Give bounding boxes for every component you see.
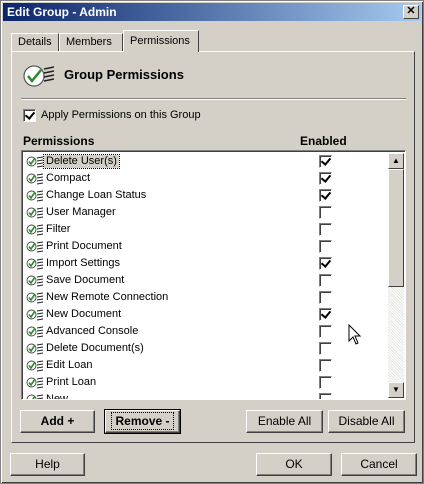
permission-icon [26, 224, 44, 236]
divider [21, 98, 406, 100]
disable-all-button[interactable]: Disable All [328, 410, 405, 433]
add-button[interactable]: Add + [20, 410, 95, 433]
permission-label: Delete Document(s) [46, 342, 144, 354]
enabled-checkbox[interactable] [319, 223, 332, 236]
apply-permissions-checkbox[interactable] [23, 109, 36, 122]
remove-button-label: Remove - [111, 412, 174, 430]
permission-label: Import Settings [46, 257, 120, 269]
enabled-checkbox[interactable] [319, 376, 332, 389]
permission-label: User Manager [46, 206, 116, 218]
scroll-up-button[interactable]: ▲ [388, 153, 404, 169]
permission-icon [26, 275, 44, 287]
permission-icon [26, 309, 44, 321]
list-item[interactable]: Filter [24, 221, 386, 238]
close-button[interactable]: ✕ [403, 5, 419, 19]
permission-icon [26, 173, 44, 185]
permission-label: Save Document [46, 274, 125, 286]
enabled-checkbox[interactable] [319, 342, 332, 355]
list-item[interactable]: Delete User(s) [24, 153, 386, 170]
tab-details[interactable]: Details [11, 33, 59, 52]
permissions-check-icon [23, 65, 55, 87]
edit-group-dialog: Edit Group - Admin ✕ Details Members Per… [0, 0, 424, 484]
permission-label: Advanced Console [46, 325, 139, 337]
list-item[interactable]: New Remote Connection [24, 289, 386, 306]
ok-button[interactable]: OK [256, 453, 332, 476]
permission-icon [26, 326, 44, 338]
permission-label: Change Loan Status [46, 189, 147, 201]
permission-icon [26, 377, 44, 389]
remove-button[interactable]: Remove - [104, 409, 181, 434]
vertical-scrollbar[interactable]: ▲ ▼ [388, 153, 404, 398]
permission-label: New Remote Connection [46, 291, 169, 303]
list-item[interactable]: Save Document [24, 272, 386, 289]
enabled-checkbox[interactable] [319, 274, 332, 287]
permission-icon [26, 241, 44, 253]
list-item[interactable]: Import Settings [24, 255, 386, 272]
enabled-checkbox[interactable] [319, 325, 332, 338]
scroll-thumb[interactable] [388, 169, 404, 287]
page-title: Group Permissions [64, 67, 184, 82]
enabled-checkbox[interactable] [319, 172, 332, 185]
list-item[interactable]: Compact [24, 170, 386, 187]
list-item[interactable]: Print Document [24, 238, 386, 255]
permissions-column-header: Permissions [23, 134, 95, 148]
permission-icon [26, 360, 44, 372]
enabled-checkbox[interactable] [319, 308, 332, 321]
list-item[interactable]: Change Loan Status [24, 187, 386, 204]
permission-label: New... [46, 393, 77, 400]
enabled-checkbox[interactable] [319, 393, 332, 399]
mouse-cursor-icon [348, 324, 362, 345]
enabled-checkbox[interactable] [319, 206, 332, 219]
permission-label: Edit Loan [46, 359, 93, 371]
enabled-checkbox[interactable] [319, 257, 332, 270]
enable-all-button[interactable]: Enable All [246, 410, 323, 433]
permission-label: Print Loan [46, 376, 97, 388]
list-item[interactable]: New Document [24, 306, 386, 323]
title-bar[interactable]: Edit Group - Admin ✕ [3, 3, 421, 21]
permission-icon [26, 190, 44, 202]
permission-label: New Document [46, 308, 122, 320]
permission-icon [26, 292, 44, 304]
permission-label: Print Document [46, 240, 122, 252]
help-button[interactable]: Help [10, 453, 85, 476]
window-title: Edit Group - Admin [7, 5, 117, 19]
enabled-checkbox[interactable] [319, 240, 332, 253]
list-item[interactable]: Delete Document(s) [24, 340, 386, 357]
permissions-list[interactable]: ▲ ▼ Delete User(s) Compact Change Loan Sta… [21, 150, 406, 400]
enabled-column-header: Enabled [300, 134, 347, 148]
permission-icon [26, 343, 44, 355]
list-item[interactable]: Edit Loan [24, 357, 386, 374]
enabled-checkbox[interactable] [319, 359, 332, 372]
cancel-button[interactable]: Cancel [341, 453, 417, 476]
list-item[interactable]: Advanced Console [24, 323, 386, 340]
permission-label: Filter [46, 223, 71, 235]
permission-icon [26, 258, 44, 270]
permission-icon [26, 207, 44, 219]
enabled-checkbox[interactable] [319, 291, 332, 304]
permission-label: Compact [46, 172, 91, 184]
enabled-checkbox[interactable] [319, 155, 332, 168]
tab-permissions[interactable]: Permissions [123, 30, 199, 52]
enabled-checkbox[interactable] [319, 189, 332, 202]
list-item[interactable]: New... [24, 391, 386, 400]
scroll-down-button[interactable]: ▼ [388, 382, 404, 398]
apply-permissions-label: Apply Permissions on this Group [41, 109, 201, 121]
permission-icon [26, 156, 44, 168]
permission-icon [26, 394, 44, 399]
list-item[interactable]: User Manager [24, 204, 386, 221]
list-item[interactable]: Print Loan [24, 374, 386, 391]
permission-label: Delete User(s) [43, 154, 120, 169]
tab-members[interactable]: Members [59, 33, 123, 52]
